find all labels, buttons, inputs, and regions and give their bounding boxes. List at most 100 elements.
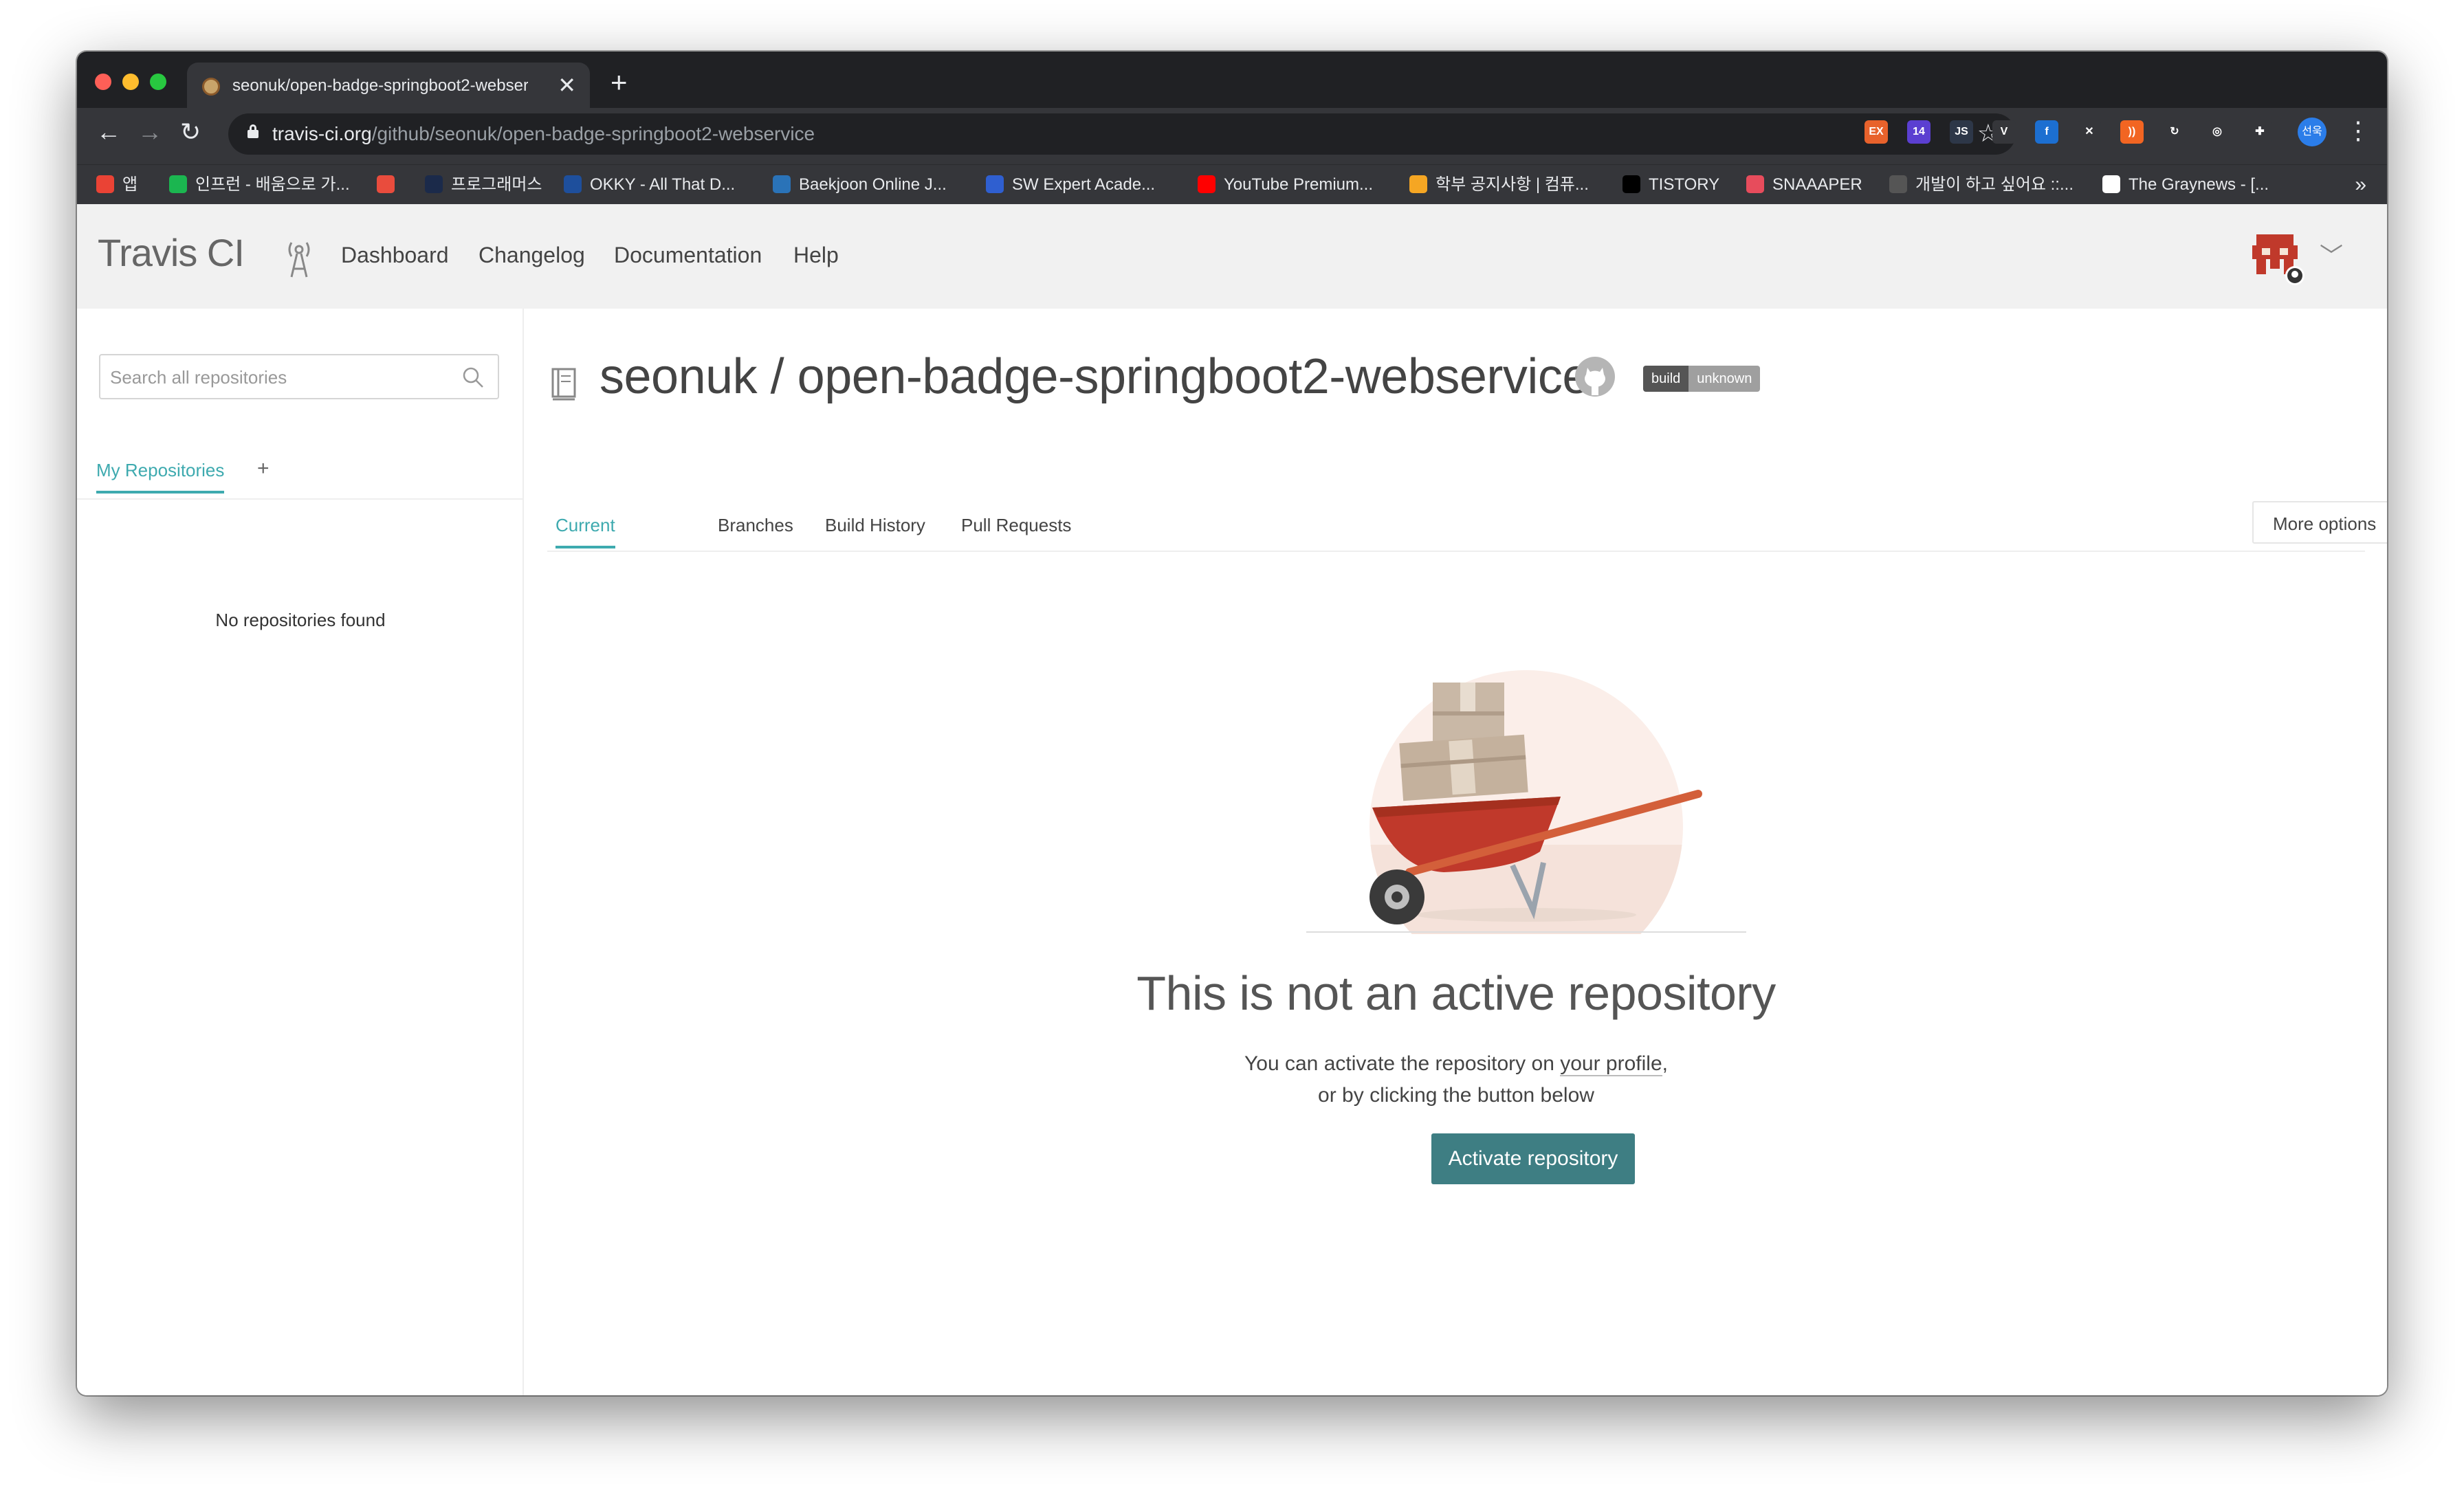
search-icon[interactable]: [461, 365, 485, 390]
profile-avatar[interactable]: 선욱: [2298, 118, 2326, 146]
bookmark-favicon-icon: [1198, 175, 1216, 193]
bookmark-favicon-icon: [1622, 175, 1640, 193]
search-field[interactable]: [99, 354, 499, 399]
bookmark-favicon-icon: [773, 175, 791, 193]
reload-icon[interactable]: ↻: [180, 118, 201, 146]
broadcast-tower-icon[interactable]: [283, 237, 315, 278]
bookmark-label: SNAAAPER: [1772, 175, 1862, 194]
bookmark-label: Baekjoon Online J...: [799, 175, 947, 194]
badge-status: unknown: [1688, 366, 1761, 392]
tab-pull-requests[interactable]: Pull Requests: [961, 515, 1071, 536]
target-extension-icon[interactable]: ◎: [2206, 120, 2229, 144]
bookmark-label: 앱: [122, 175, 138, 194]
chevron-down-icon[interactable]: ﹀: [2320, 237, 2343, 271]
search-input[interactable]: [110, 364, 454, 391]
bookmark-item[interactable]: 인프런 - 배움으로 가...: [169, 173, 350, 197]
js-extension-icon[interactable]: JS: [1950, 120, 1973, 144]
add-repository-button[interactable]: +: [257, 457, 270, 480]
user-avatar[interactable]: [2250, 230, 2307, 288]
build-status-badge[interactable]: build unknown: [1643, 366, 1761, 392]
close-window-button[interactable]: [95, 74, 111, 90]
x-extension-icon[interactable]: ✕: [2078, 120, 2101, 144]
bookmark-favicon-icon: [1889, 175, 1907, 193]
divider: [547, 551, 2365, 552]
bookmark-item[interactable]: The Graynews - [...: [2102, 173, 2269, 197]
bookmark-favicon-icon: [1409, 175, 1427, 193]
divider: [77, 498, 524, 500]
nav-changelog[interactable]: Changelog: [478, 243, 585, 268]
tab-build-history[interactable]: Build History: [825, 515, 925, 536]
lock-icon: [248, 124, 258, 138]
travis-logo[interactable]: Travis CI: [98, 230, 245, 275]
bookmark-favicon-icon: [986, 175, 1004, 193]
bookmark-favicon-icon: [2102, 175, 2120, 193]
bookmark-label: 인프런 - 배움으로 가...: [195, 175, 350, 194]
travis-header: Travis CI Dashboard Changelog Documentat…: [77, 204, 2387, 309]
activate-repository-button[interactable]: Activate repository: [1431, 1133, 1635, 1184]
desktop-background: seonuk/open-badge-springboot2-webservice…: [0, 0, 2464, 1497]
minimize-window-button[interactable]: [122, 74, 139, 90]
main-content: seonuk / open-badge-springboot2-webservi…: [525, 309, 2387, 1395]
tab-close-icon[interactable]: ✕: [558, 72, 576, 98]
bookmark-item[interactable]: TISTORY: [1622, 173, 1719, 197]
tab-favicon-icon: [202, 78, 220, 96]
empty-repositories-message: No repositories found: [215, 610, 386, 630]
bookmark-label: YouTube Premium...: [1224, 175, 1373, 194]
bookmark-label: SW Expert Acade...: [1012, 175, 1156, 194]
tab-my-repositories[interactable]: My Repositories: [96, 460, 225, 494]
bookmark-label: 프로그래머스: [451, 175, 542, 194]
bookmark-label: 학부 공지사항 | 컴퓨...: [1436, 175, 1589, 194]
empty-state-description: You can activate the repository on your …: [1244, 1052, 1668, 1076]
chrome-menu-icon[interactable]: ⋮: [2346, 116, 2370, 145]
bookmark-label: OKKY - All That D...: [590, 175, 736, 194]
nav-dashboard[interactable]: Dashboard: [341, 243, 449, 268]
maximize-window-button[interactable]: [150, 74, 166, 90]
bookmarks-bar: 앱 인프런 - 배움으로 가... 프로그래머스 OKKY - All That D.…: [77, 164, 2387, 204]
nav-help[interactable]: Help: [793, 243, 839, 268]
empty-state-title: This is not an active repository: [1136, 966, 1776, 1020]
badge-14-extension-icon[interactable]: 14: [1907, 120, 1930, 144]
browser-chrome: seonuk/open-badge-springboot2-webservice…: [77, 52, 2387, 204]
sync-extension-icon[interactable]: ↻: [2163, 120, 2186, 144]
nav-documentation[interactable]: Documentation: [614, 243, 762, 268]
bookmark-item[interactable]: 학부 공지사항 | 컴퓨...: [1409, 173, 1589, 197]
vue-extension-icon[interactable]: V: [1992, 120, 2016, 144]
bookmark-favicon-icon: [425, 175, 443, 193]
rss-extension-icon[interactable]: )): [2120, 120, 2144, 144]
tab-branches[interactable]: Branches: [718, 515, 793, 536]
new-tab-button[interactable]: +: [610, 68, 628, 97]
back-arrow-icon[interactable]: ←: [96, 118, 121, 146]
sidebar: My Repositories + No repositories found: [77, 309, 524, 1395]
bookmark-item[interactable]: 앱: [96, 173, 138, 197]
puzzle-extension-icon[interactable]: ✚: [2248, 120, 2272, 144]
github-icon[interactable]: [1574, 355, 1616, 398]
browser-toolbar: ← → ↻ travis-ci.org/github/seonuk/open-b…: [77, 108, 2387, 164]
repository-icon: [551, 368, 576, 401]
bookmark-item[interactable]: YouTube Premium...: [1198, 173, 1373, 197]
tab-current[interactable]: Current: [556, 515, 615, 548]
more-options-button[interactable]: More options: [2252, 501, 2387, 544]
forward-arrow-icon[interactable]: →: [138, 118, 162, 146]
repository-title: seonuk / open-badge-springboot2-webservi…: [600, 349, 1590, 404]
ex-extension-icon[interactable]: EX: [1864, 120, 1888, 144]
browser-tab[interactable]: seonuk/open-badge-springboot2-webservice…: [187, 63, 590, 108]
bookmark-item[interactable]: 프로그래머스: [425, 173, 542, 197]
badge-label: build: [1643, 366, 1689, 392]
bookmarks-overflow-icon[interactable]: »: [2355, 173, 2366, 197]
bookmark-item[interactable]: [377, 173, 403, 197]
address-bar[interactable]: travis-ci.org/github/seonuk/open-badge-s…: [228, 113, 2016, 155]
bookmark-label: The Graynews - [...: [2128, 175, 2269, 194]
url-text: travis-ci.org/github/seonuk/open-badge-s…: [272, 123, 815, 144]
browser-window: seonuk/open-badge-springboot2-webservice…: [77, 52, 2387, 1395]
your-profile-link[interactable]: your profile: [1560, 1052, 1662, 1076]
bookmark-item[interactable]: OKKY - All That D...: [564, 173, 735, 197]
bookmark-item[interactable]: SW Expert Acade...: [986, 173, 1155, 197]
more-options-label: More options: [2273, 513, 2377, 534]
bookmark-favicon-icon: [1746, 175, 1764, 193]
bookmark-item[interactable]: SNAAAPER: [1746, 173, 1862, 197]
bookmark-item[interactable]: Baekjoon Online J...: [773, 173, 947, 197]
blue-extension-icon[interactable]: f: [2035, 120, 2058, 144]
bookmark-item[interactable]: 개발이 하고 싶어요 ::...: [1889, 173, 2074, 197]
bookmark-favicon-icon: [564, 175, 582, 193]
tab-title: seonuk/open-badge-springboot2-webservice: [232, 76, 528, 95]
